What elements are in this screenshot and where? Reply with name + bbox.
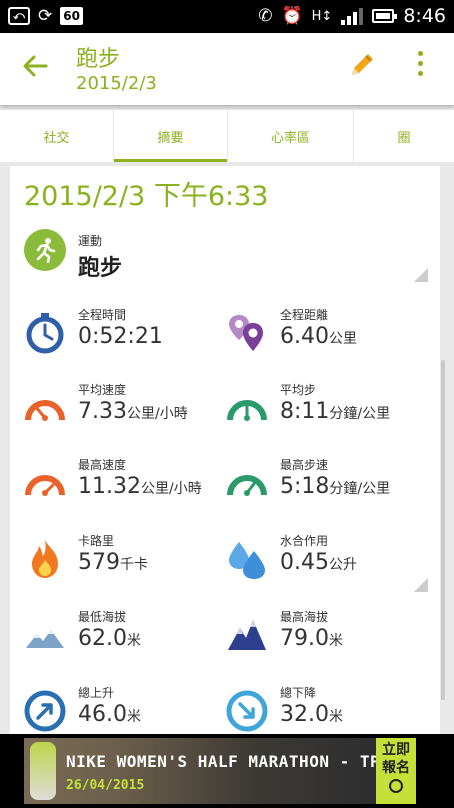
stat-avg-speed: 平均速度 7.33公里/小時 (24, 381, 224, 445)
speedometer-icon (24, 387, 66, 429)
battery-icon (372, 9, 398, 23)
sync-icon: ⟳ (38, 6, 53, 26)
stat-max-speed: 最高速度 11.32公里/小時 (24, 456, 224, 520)
stat-label: 卡路里 (78, 534, 115, 548)
expand-corner-icon[interactable] (414, 578, 428, 592)
stat-label: 總下降 (280, 686, 317, 700)
overflow-menu-icon[interactable] (418, 51, 426, 81)
stat-max-pace: 最高步速 5:18分鐘/公里 (226, 456, 426, 520)
stat-label: 全程時間 (78, 308, 127, 322)
clock: 8:46 (403, 5, 446, 27)
app-bar: 跑步 2015/2/3 (0, 33, 454, 105)
stat-label: 最高速度 (78, 458, 127, 472)
sport-label: 運動 (78, 234, 103, 248)
page-title: 跑步 (76, 47, 121, 72)
mute-icon: ✆ (258, 6, 273, 26)
stat-value: 0.45公升 (280, 550, 357, 575)
workout-datetime: 2015/2/3 下午6:33 (24, 181, 269, 212)
summary-card: 2015/2/3 下午6:33 運動 跑步 全程時間 0:52:21 全程距離 … (10, 166, 440, 736)
stat-value: 7.33公里/小時 (78, 399, 188, 424)
ad-date: 26/04/2015 (66, 778, 145, 793)
back-arrow-icon[interactable] (20, 51, 50, 89)
stat-value: 579千卡 (78, 550, 148, 575)
descent-arrow-icon (226, 690, 268, 732)
ascent-arrow-icon (24, 690, 66, 732)
notification-icon: ⤺ (8, 7, 30, 25)
pace-gauge-icon (226, 387, 268, 429)
stat-hydration: 水合作用 0.45公升 (226, 532, 426, 596)
stat-value: 11.32公里/小時 (78, 474, 202, 499)
page-subtitle: 2015/2/3 (76, 73, 157, 94)
status-bar: ⤺ ⟳ 60 ✆ ⏰ H↕ 8:46 (0, 0, 454, 33)
stat-min-altitude: 最低海拔 62.0米 (24, 608, 224, 672)
stat-label: 平均步 (280, 383, 317, 397)
stat-label: 總上升 (78, 686, 115, 700)
max-pace-gauge-icon (226, 462, 268, 504)
stat-value: 8:11分鐘/公里 (280, 399, 391, 424)
tab-social[interactable]: 社交 (0, 110, 114, 162)
water-drops-icon (226, 538, 268, 580)
stat-distance: 全程距離 6.40公里 (226, 306, 426, 370)
ad-banner[interactable]: NIKE WOMEN'S HALF MARATHON - TPE 26/04/2… (0, 734, 454, 808)
expand-corner-icon[interactable] (414, 268, 428, 282)
map-pins-icon (226, 312, 268, 354)
stat-label: 平均速度 (78, 383, 127, 397)
signal-icon (341, 7, 364, 25)
stat-calories: 卡路里 579千卡 (24, 532, 224, 596)
stat-value: 0:52:21 (78, 324, 163, 349)
stat-label: 最高步速 (280, 458, 329, 472)
stat-value: 5:18分鐘/公里 (280, 474, 391, 499)
sim-badge: 60 (60, 7, 83, 25)
stat-label: 最高海拔 (280, 610, 329, 624)
stat-value: 79.0米 (280, 626, 343, 651)
ad-title: NIKE WOMEN'S HALF MARATHON - TPE (66, 752, 391, 771)
low-mountain-icon (24, 614, 66, 656)
tab-laps[interactable]: 圈 (354, 110, 454, 162)
register-now-button[interactable]: 立即 報名 (376, 738, 416, 804)
button-line-2: 報名 (382, 760, 410, 776)
tab-bar: 社交 摘要 心率區 圈 (0, 110, 454, 162)
stat-duration: 全程時間 0:52:21 (24, 306, 224, 370)
alarm-icon: ⏰ (281, 6, 303, 26)
data-icon: H↕ (311, 8, 333, 24)
stat-label: 全程距離 (280, 308, 329, 322)
stat-max-altitude: 最高海拔 79.0米 (226, 608, 426, 672)
stat-value: 6.40公里 (280, 324, 357, 349)
arrow-circle-icon (389, 779, 403, 793)
high-mountain-icon (226, 614, 268, 656)
stat-avg-pace: 平均步 8:11分鐘/公里 (226, 381, 426, 445)
max-speedometer-icon (24, 462, 66, 504)
runner-graphic (30, 742, 56, 800)
stat-label: 水合作用 (280, 534, 329, 548)
scrollbar[interactable] (441, 360, 445, 700)
stopwatch-icon (24, 312, 66, 354)
stat-label: 最低海拔 (78, 610, 127, 624)
tab-heart-rate-zones[interactable]: 心率區 (228, 110, 354, 162)
sport-value: 跑步 (78, 256, 123, 281)
button-line-1: 立即 (382, 742, 410, 758)
stat-value: 32.0米 (280, 702, 343, 727)
stat-value: 46.0米 (78, 702, 141, 727)
running-icon (24, 229, 66, 271)
tab-summary[interactable]: 摘要 (114, 110, 228, 162)
flame-icon (24, 538, 66, 580)
edit-pencil-icon[interactable] (346, 49, 378, 85)
ad-image[interactable]: NIKE WOMEN'S HALF MARATHON - TPE 26/04/2… (24, 738, 402, 804)
stat-value: 62.0米 (78, 626, 141, 651)
